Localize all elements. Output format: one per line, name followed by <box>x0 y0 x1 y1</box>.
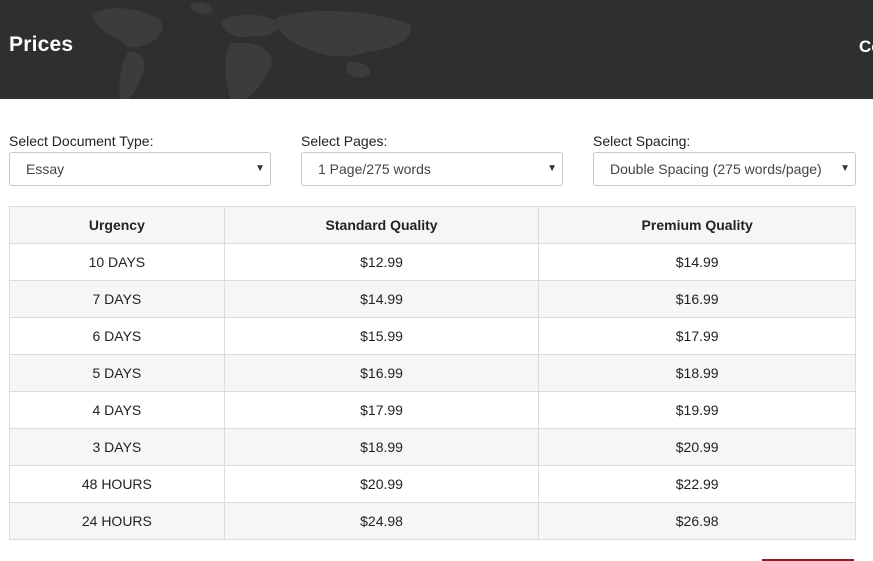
world-map-graphic <box>92 2 411 99</box>
premium-price-cell: $16.99 <box>538 280 856 318</box>
table-row: 3 DAYS $18.99 $20.99 <box>9 428 856 466</box>
urgency-cell: 3 DAYS <box>9 428 225 466</box>
page-header: Prices Co <box>0 0 873 99</box>
standard-quality-column-header: Standard Quality <box>223 206 540 244</box>
pages-value: 1 Page/275 words <box>318 161 431 177</box>
table-row: 7 DAYS $14.99 $16.99 <box>9 280 856 318</box>
standard-price-cell: $12.99 <box>223 243 540 281</box>
pages-label: Select Pages: <box>301 133 388 149</box>
table-row: 24 HOURS $24.98 $26.98 <box>9 502 856 540</box>
urgency-cell: 4 DAYS <box>9 391 225 429</box>
pages-select[interactable]: 1 Page/275 words ▼ <box>301 152 563 186</box>
standard-price-cell: $15.99 <box>223 317 540 355</box>
standard-price-cell: $17.99 <box>223 391 540 429</box>
urgency-cell: 5 DAYS <box>9 354 225 392</box>
urgency-cell: 6 DAYS <box>9 317 225 355</box>
document-type-value: Essay <box>26 161 65 177</box>
table-row: 48 HOURS $20.99 $22.99 <box>9 465 856 503</box>
premium-price-cell: $20.99 <box>538 428 856 466</box>
standard-price-cell: $14.99 <box>223 280 540 318</box>
urgency-column-header: Urgency <box>9 206 225 244</box>
premium-price-cell: $17.99 <box>538 317 856 355</box>
table-row: 5 DAYS $16.99 $18.99 <box>9 354 856 392</box>
chevron-down-icon: ▼ <box>255 163 265 174</box>
premium-price-cell: $26.98 <box>538 502 856 540</box>
urgency-cell: 24 HOURS <box>9 502 225 540</box>
premium-price-cell: $18.99 <box>538 354 856 392</box>
standard-price-cell: $18.99 <box>223 428 540 466</box>
chevron-down-icon: ▼ <box>547 163 557 174</box>
standard-price-cell: $24.98 <box>223 502 540 540</box>
table-row: 4 DAYS $17.99 $19.99 <box>9 391 856 429</box>
header-nav-text[interactable]: Co <box>859 37 873 57</box>
standard-price-cell: $16.99 <box>223 354 540 392</box>
urgency-cell: 10 DAYS <box>9 243 225 281</box>
document-type-select[interactable]: Essay ▼ <box>9 152 271 186</box>
price-table: Urgency Standard Quality Premium Quality… <box>9 206 856 540</box>
premium-quality-column-header: Premium Quality <box>538 206 856 244</box>
urgency-cell: 7 DAYS <box>9 280 225 318</box>
premium-price-cell: $14.99 <box>538 243 856 281</box>
spacing-select[interactable]: Double Spacing (275 words/page) ▼ <box>593 152 856 186</box>
premium-price-cell: $19.99 <box>538 391 856 429</box>
table-row: 6 DAYS $15.99 $17.99 <box>9 317 856 355</box>
table-header-row: Urgency Standard Quality Premium Quality <box>9 206 856 244</box>
urgency-cell: 48 HOURS <box>9 465 225 503</box>
page-title: Prices <box>9 33 74 56</box>
document-type-label: Select Document Type: <box>9 133 154 149</box>
standard-price-cell: $20.99 <box>223 465 540 503</box>
chevron-down-icon: ▼ <box>840 163 850 174</box>
table-row: 10 DAYS $12.99 $14.99 <box>9 243 856 281</box>
premium-price-cell: $22.99 <box>538 465 856 503</box>
spacing-value: Double Spacing (275 words/page) <box>610 161 822 177</box>
spacing-label: Select Spacing: <box>593 133 691 149</box>
